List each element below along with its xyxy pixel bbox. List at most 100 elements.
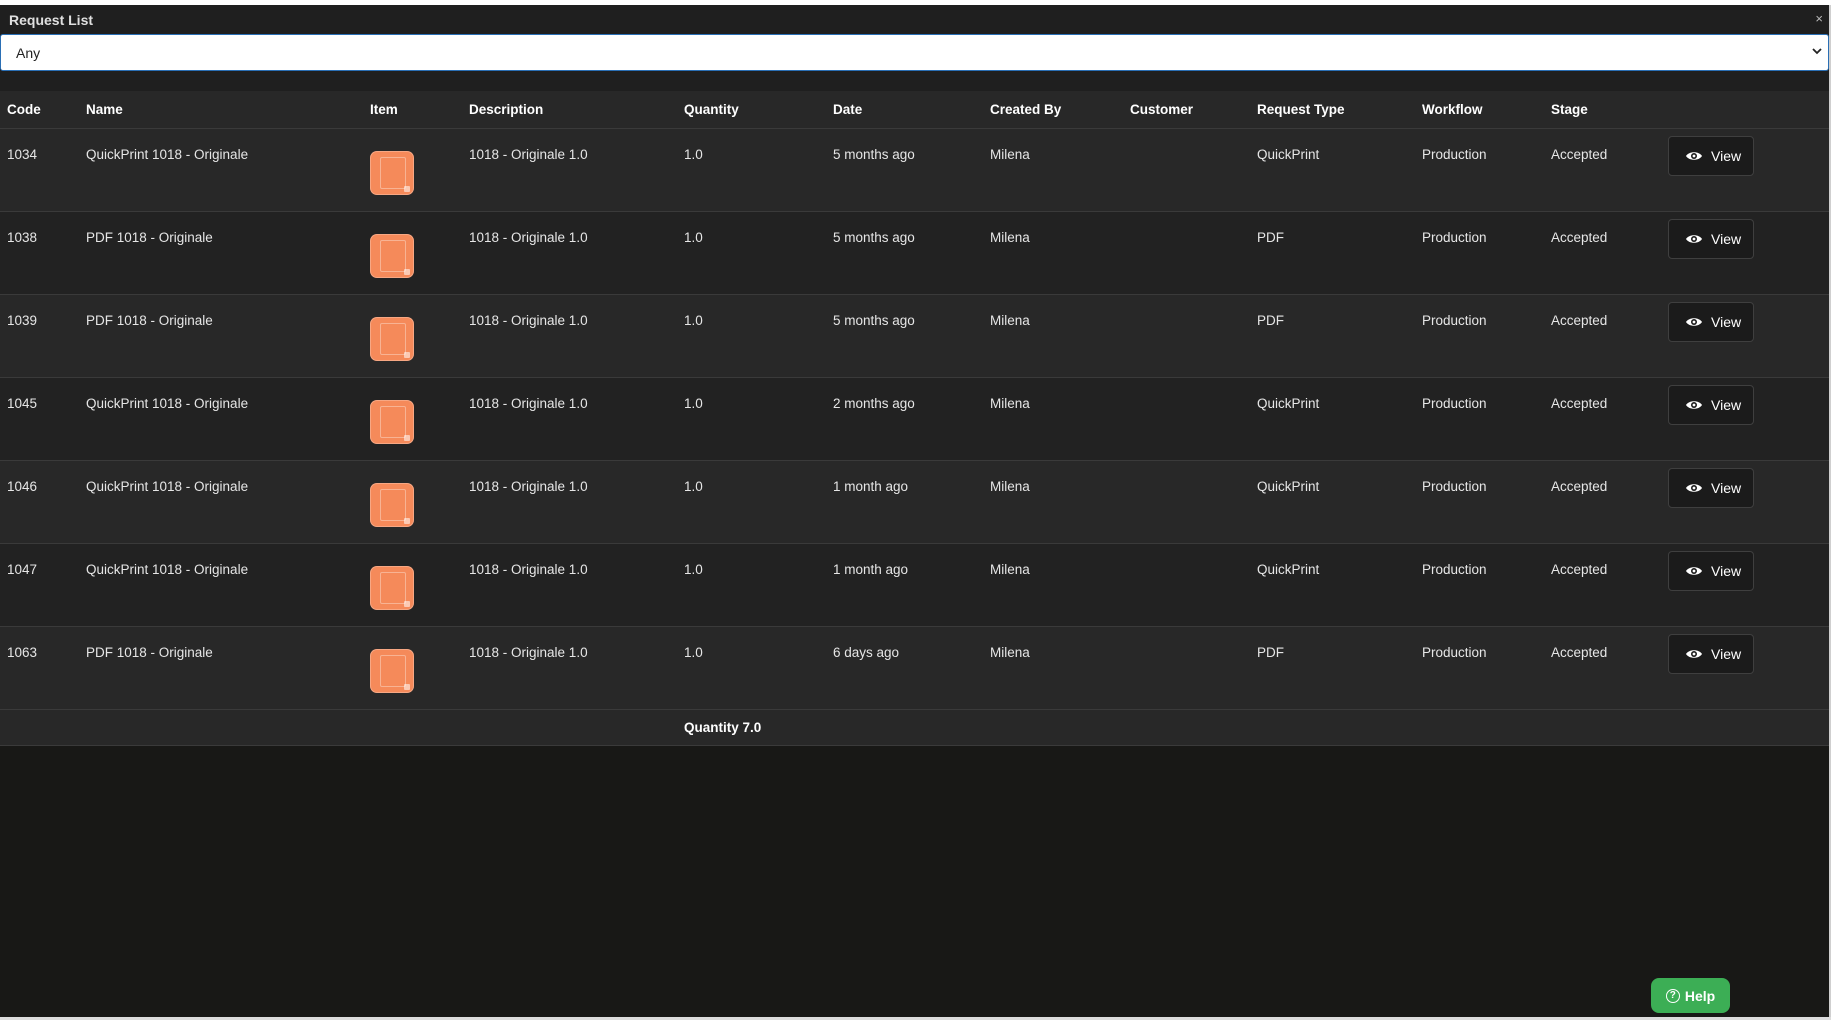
cell-description: 1018 - Originale 1.0	[469, 312, 588, 328]
filter-bar: Any	[0, 34, 1831, 75]
cell-date: 1 month ago	[833, 478, 909, 494]
header-quantity[interactable]: Quantity	[677, 91, 826, 128]
cell-description: 1018 - Originale 1.0	[469, 644, 588, 660]
help-button[interactable]: ? Help	[1651, 978, 1730, 1013]
view-button-label: View	[1711, 562, 1742, 579]
header-customer[interactable]: Customer	[1123, 91, 1250, 128]
cell-date: 5 months ago	[833, 229, 915, 245]
item-thumbnail[interactable]	[370, 482, 414, 527]
item-cell	[363, 460, 462, 543]
view-button-label: View	[1711, 147, 1742, 164]
filter-select[interactable]: Any	[0, 34, 1829, 71]
cell-stage: Accepted	[1551, 561, 1608, 577]
cell-stage: Accepted	[1551, 395, 1608, 411]
cell-request-type: QuickPrint	[1257, 395, 1320, 411]
cell-description: 1018 - Originale 1.0	[469, 561, 588, 577]
cell-request-type: PDF	[1257, 312, 1284, 328]
view-button[interactable]: View	[1668, 135, 1754, 176]
cell-code: 1045	[7, 395, 38, 411]
header-code[interactable]: Code	[0, 91, 79, 128]
cell-date: 2 months ago	[833, 395, 915, 411]
close-icon[interactable]: ×	[1815, 11, 1823, 26]
header-description[interactable]: Description	[462, 91, 677, 128]
cell-date: 5 months ago	[833, 312, 915, 328]
cell-description: 1018 - Originale 1.0	[469, 395, 588, 411]
cell-created-by: Milena	[990, 146, 1030, 162]
table-row: 1047 QuickPrint 1018 - Originale 1018 - Or…	[0, 543, 1831, 626]
header-created-by[interactable]: Created By	[983, 91, 1123, 128]
cell-created-by: Milena	[990, 229, 1030, 245]
table-row: 1046 QuickPrint 1018 - Originale 1018 - Or…	[0, 460, 1831, 543]
item-cell	[363, 128, 462, 211]
view-button-label: View	[1711, 313, 1742, 330]
item-thumbnail[interactable]	[370, 565, 414, 610]
action-cell: View	[1661, 460, 1831, 543]
cell-request-type: PDF	[1257, 229, 1284, 245]
cell-quantity: 1.0	[684, 478, 703, 494]
cell-quantity: 1.0	[684, 395, 703, 411]
cell-workflow: Production	[1422, 395, 1487, 411]
cell-customer	[1123, 460, 1250, 543]
item-thumbnail[interactable]	[370, 399, 414, 444]
cell-quantity: 1.0	[684, 644, 703, 660]
cell-customer	[1123, 211, 1250, 294]
cell-name: QuickPrint 1018 - Originale	[86, 478, 249, 494]
cell-code: 1034	[7, 146, 38, 162]
cell-customer	[1123, 543, 1250, 626]
view-button[interactable]: View	[1668, 633, 1754, 674]
help-label: Help	[1684, 987, 1716, 1004]
action-cell: View	[1661, 128, 1831, 211]
cell-date: 1 month ago	[833, 561, 909, 577]
cell-date: 5 months ago	[833, 146, 915, 162]
cell-name: PDF 1018 - Originale	[86, 644, 213, 660]
item-cell	[363, 211, 462, 294]
item-thumbnail[interactable]	[370, 316, 414, 361]
cell-customer	[1123, 626, 1250, 709]
item-thumbnail[interactable]	[370, 150, 414, 195]
cell-quantity: 1.0	[684, 561, 703, 577]
cell-created-by: Milena	[990, 561, 1030, 577]
view-button[interactable]: View	[1668, 550, 1754, 591]
question-circle-icon: ?	[1665, 988, 1680, 1003]
item-thumbnail[interactable]	[370, 233, 414, 278]
filter-selected-value: Any	[16, 45, 41, 61]
view-button-label: View	[1711, 479, 1742, 496]
view-button[interactable]: View	[1668, 218, 1754, 259]
table-row: 1034 QuickPrint 1018 - Originale 1018 - Or…	[0, 128, 1831, 211]
header-request-type[interactable]: Request Type	[1250, 91, 1415, 128]
header-actions	[1661, 91, 1831, 128]
cell-description: 1018 - Originale 1.0	[469, 229, 588, 245]
item-cell	[363, 543, 462, 626]
eye-icon	[1686, 649, 1702, 658]
cell-description: 1018 - Originale 1.0	[469, 146, 588, 162]
cell-code: 1046	[7, 478, 38, 494]
header-workflow[interactable]: Workflow	[1415, 91, 1544, 128]
header-item[interactable]: Item	[363, 91, 462, 128]
cell-stage: Accepted	[1551, 478, 1608, 494]
view-button-label: View	[1711, 230, 1742, 247]
titlebar: Request List ×	[0, 5, 1831, 34]
cell-quantity: 1.0	[684, 229, 703, 245]
item-cell	[363, 294, 462, 377]
view-button[interactable]: View	[1668, 467, 1754, 508]
header-stage[interactable]: Stage	[1544, 91, 1661, 128]
item-cell	[363, 626, 462, 709]
cell-date: 6 days ago	[833, 644, 900, 660]
cell-name: PDF 1018 - Originale	[86, 312, 213, 328]
action-cell: View	[1661, 211, 1831, 294]
item-thumbnail[interactable]	[370, 648, 414, 693]
eye-icon	[1686, 151, 1702, 160]
cell-workflow: Production	[1422, 229, 1487, 245]
header-name[interactable]: Name	[79, 91, 363, 128]
cell-workflow: Production	[1422, 312, 1487, 328]
cell-created-by: Milena	[990, 644, 1030, 660]
cell-code: 1039	[7, 312, 38, 328]
item-cell	[363, 377, 462, 460]
table-footer-row: Quantity 7.0	[0, 709, 1831, 745]
cell-created-by: Milena	[990, 312, 1030, 328]
view-button[interactable]: View	[1668, 301, 1754, 342]
cell-code: 1047	[7, 561, 38, 577]
header-date[interactable]: Date	[826, 91, 983, 128]
cell-code: 1063	[7, 644, 38, 660]
view-button[interactable]: View	[1668, 384, 1754, 425]
